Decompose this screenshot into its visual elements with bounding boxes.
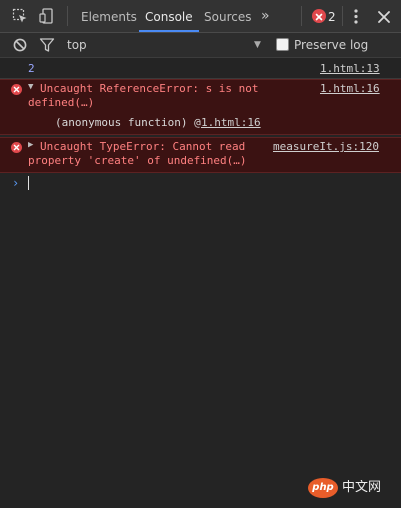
- watermark-logo: php 中文网: [308, 478, 394, 500]
- kebab-menu-icon[interactable]: [351, 8, 361, 25]
- chevron-down-icon[interactable]: ▼: [254, 33, 261, 57]
- console-filter-bar: top ▼ Preserve log: [0, 33, 401, 58]
- console-message-log: 2 1.html:13: [0, 61, 401, 79]
- tab-elements[interactable]: Elements: [81, 0, 137, 32]
- more-tabs-button[interactable]: »: [261, 0, 270, 32]
- tab-console[interactable]: Console: [139, 0, 199, 32]
- stack-frame-link[interactable]: 1.html:16: [201, 116, 261, 130]
- error-message-line1: Uncaught ReferenceError: s is not: [40, 82, 259, 95]
- console-message-error: ▼ Uncaught ReferenceError: s is not defi…: [0, 79, 401, 135]
- error-message-line2: property 'create' of undefined(…): [28, 154, 247, 167]
- toolbar-divider: [67, 6, 68, 26]
- error-icon: [11, 84, 22, 95]
- prompt-chevron-icon: ›: [12, 176, 20, 190]
- console-messages: 2 1.html:13 ▼ Uncaught ReferenceError: s…: [0, 58, 401, 508]
- toolbar-divider: [342, 6, 343, 26]
- watermark-text: 中文网: [342, 480, 382, 495]
- watermark-badge-text: php: [312, 482, 334, 493]
- error-icon: [11, 142, 22, 153]
- source-link[interactable]: measureIt.js:120: [273, 140, 379, 154]
- device-toolbar-icon[interactable]: [39, 8, 55, 24]
- toolbar-divider: [301, 6, 302, 26]
- error-message-line1: Uncaught TypeError: Cannot read: [40, 140, 246, 153]
- devtools-tabbar: Elements Console Sources » 2: [0, 0, 401, 33]
- error-message-line2: defined(…): [28, 96, 95, 109]
- console-prompt: ›: [0, 175, 401, 193]
- devtools-window: Elements Console Sources » 2 top ▼ Prese…: [0, 0, 401, 508]
- console-input[interactable]: [28, 175, 388, 191]
- stack-frame: (anonymous function) @: [55, 116, 208, 129]
- text-cursor: [28, 176, 29, 190]
- expand-triangle-icon[interactable]: ▶: [28, 140, 33, 150]
- clear-console-icon[interactable]: [12, 37, 28, 53]
- inspect-element-icon[interactable]: [12, 8, 28, 24]
- preserve-log-label[interactable]: Preserve log: [294, 33, 368, 57]
- close-icon[interactable]: [377, 9, 391, 23]
- preserve-log-checkbox[interactable]: [276, 38, 289, 51]
- console-message-error: ▶ Uncaught TypeError: Cannot read proper…: [0, 137, 401, 173]
- context-selector[interactable]: top: [67, 33, 87, 57]
- source-link[interactable]: 1.html:16: [320, 82, 380, 96]
- tab-sources[interactable]: Sources: [204, 0, 251, 32]
- error-count-badge[interactable]: 2: [328, 0, 336, 34]
- expand-triangle-icon[interactable]: ▼: [28, 82, 33, 92]
- log-value: 2: [28, 62, 35, 75]
- filter-icon[interactable]: [39, 37, 55, 53]
- source-link[interactable]: 1.html:13: [320, 62, 380, 76]
- error-count-icon[interactable]: [312, 9, 326, 23]
